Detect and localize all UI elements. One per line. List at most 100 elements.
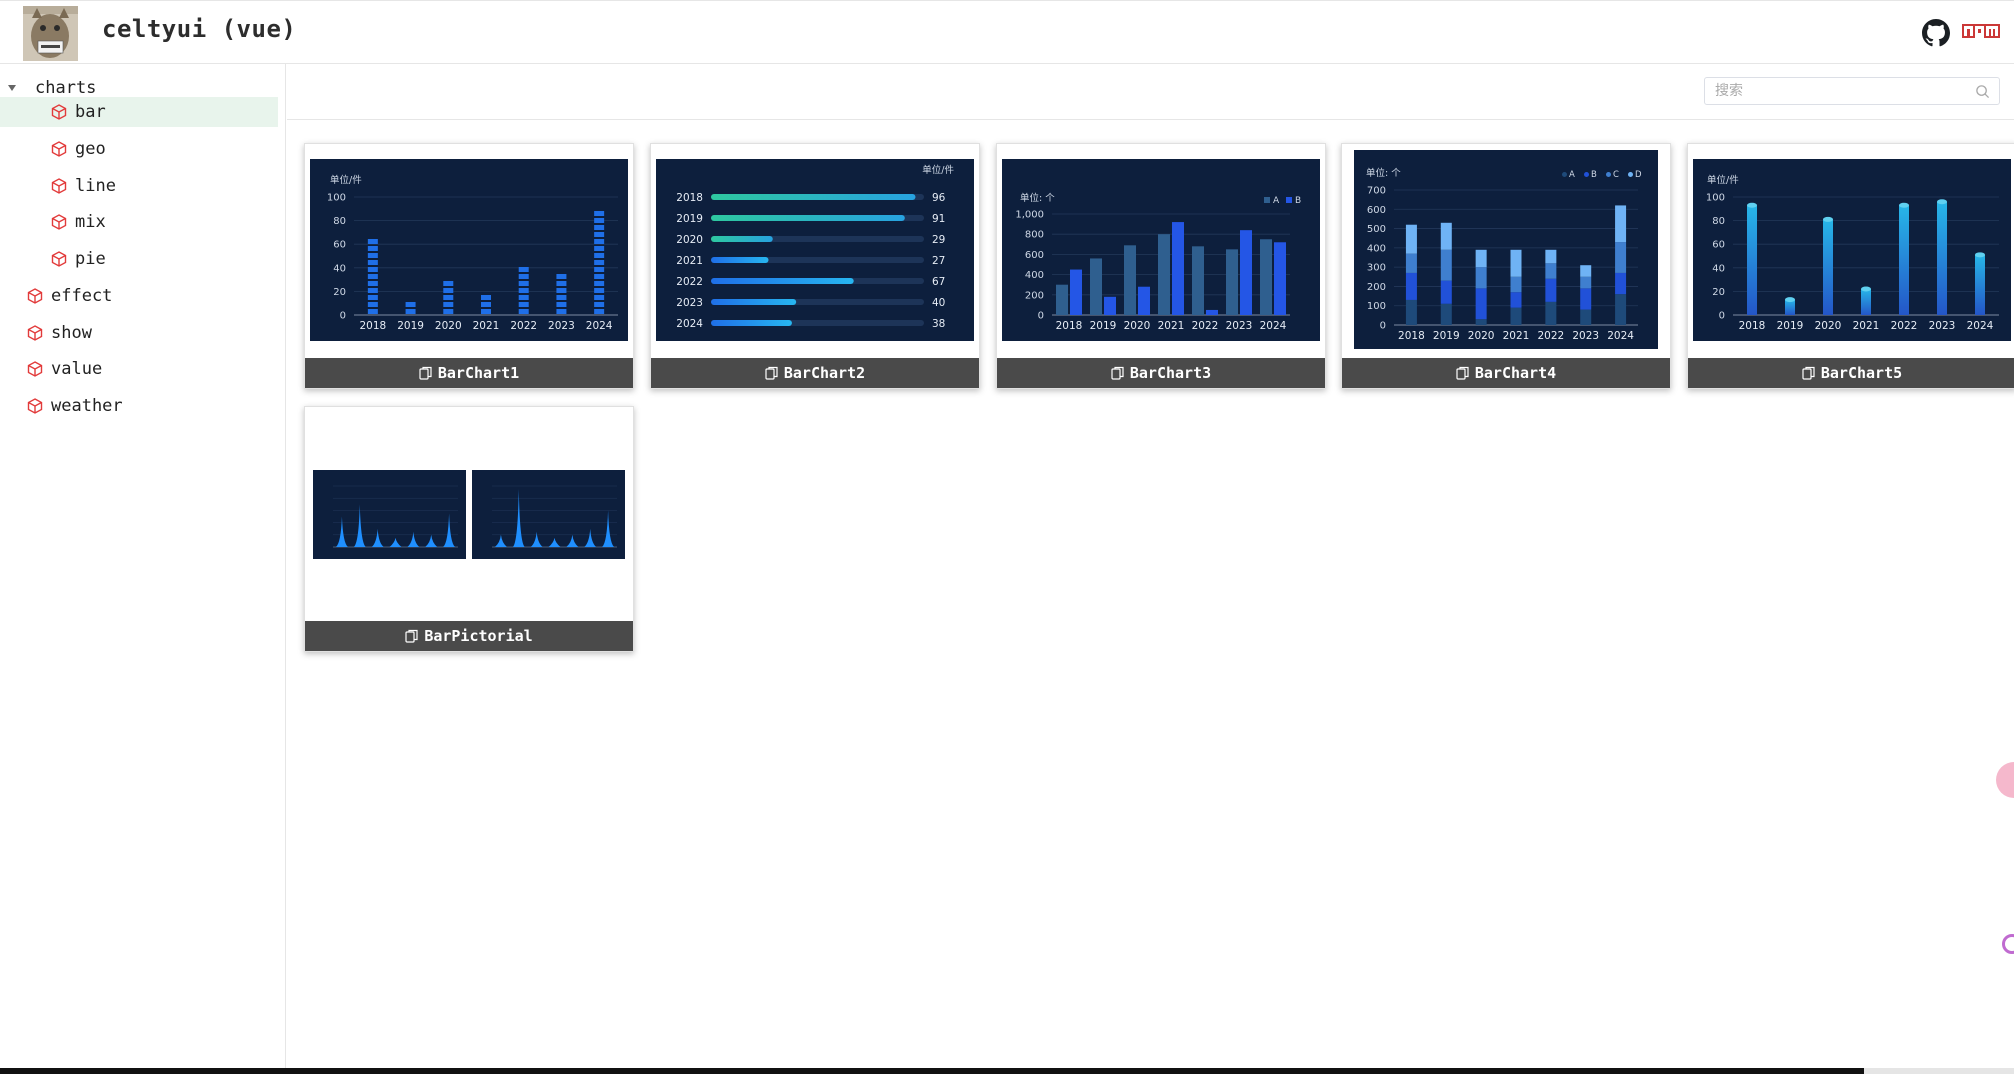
bar	[1747, 202, 1757, 315]
bar	[518, 267, 529, 314]
bar-segment	[1615, 242, 1627, 273]
bar-segment	[1615, 205, 1627, 243]
bar-segment	[1510, 249, 1522, 277]
y-tick-label: 2019	[676, 213, 703, 225]
sidebar-item-pie[interactable]: pie	[0, 244, 278, 274]
y-tick-label: 700	[1367, 186, 1386, 197]
sidebar-item-effect[interactable]: effect	[0, 281, 278, 311]
cube-icon	[51, 104, 67, 120]
x-tick-label: 2020	[1468, 330, 1495, 342]
sidebar-item-bar[interactable]: bar	[0, 97, 278, 127]
y-tick-label: 2018	[676, 192, 703, 204]
copy-icon[interactable]	[1456, 366, 1470, 380]
search-input[interactable]	[1715, 81, 1965, 101]
x-tick-label: 2018	[359, 320, 386, 332]
bar-segment	[1545, 263, 1557, 279]
card-caption[interactable]: BarChart2	[651, 358, 979, 388]
bar	[1240, 230, 1252, 315]
unit-label: 单位: 个	[1020, 192, 1055, 204]
card-caption[interactable]: BarPictorial	[305, 621, 633, 651]
sidebar-item-value[interactable]: value	[0, 354, 278, 384]
y-tick-label: 2024	[676, 318, 703, 330]
y-tick-label: 400	[1367, 243, 1386, 254]
copy-icon[interactable]	[765, 366, 779, 380]
bar-segment	[1475, 267, 1487, 289]
sidebar-item-geo[interactable]: geo	[0, 134, 278, 164]
chart-card[interactable]: 单位/件 2018 96 2019 91 2020 29 2021 27 2022 67 2023 40…	[650, 143, 980, 389]
y-tick-label: 20	[1712, 287, 1725, 298]
bar-segment	[1580, 265, 1592, 277]
y-tick-label: 60	[1712, 240, 1725, 251]
copy-icon[interactable]	[405, 629, 419, 643]
x-tick-label: 2018	[1056, 320, 1083, 332]
x-tick-label: 2020	[435, 320, 462, 332]
floating-helper-icon[interactable]	[1996, 762, 2014, 798]
x-tick-label: 2022	[1192, 320, 1219, 332]
y-tick-label: 400	[1025, 270, 1044, 281]
x-tick-label: 2020	[1124, 320, 1151, 332]
card-caption[interactable]: BarChart3	[997, 358, 1325, 388]
x-tick-label: 2019	[397, 320, 424, 332]
chart-card[interactable]: 单位/件 0 20 40 60 80 100 2018 2019 2020 2021 2022 2023…	[1687, 143, 2014, 389]
x-tick-label: 2023	[1929, 320, 1956, 332]
x-tick-label: 2021	[1853, 320, 1880, 332]
chart-card[interactable]: 单位: 个 A B C D 0 100 200 300 400 500 600 700 2018 2019 2…	[1341, 143, 1671, 389]
cube-icon	[27, 325, 43, 341]
value-label: 40	[932, 297, 945, 309]
bar	[1090, 258, 1102, 315]
value-label: 91	[932, 213, 945, 225]
search-icon[interactable]	[1975, 84, 1990, 99]
x-tick-label: 2023	[1572, 330, 1599, 342]
y-tick-label: 60	[333, 240, 346, 251]
chart-card[interactable]: 单位: 个 A B 0 200 400 600 800 1,000 2018 2019 2020 202…	[996, 143, 1326, 389]
bar	[1158, 234, 1170, 315]
y-tick-label: 2020	[676, 234, 703, 246]
chart-card[interactable]: 单位/件 0 20 40 60 80 100 2018 2019 2020 2021 2022 2023…	[304, 143, 634, 389]
copy-icon[interactable]	[419, 366, 433, 380]
app-title: celtyui (vue)	[102, 15, 297, 43]
card-caption[interactable]: BarChart4	[1342, 358, 1670, 388]
bar-segment	[1475, 319, 1487, 325]
chart-svg: 单位/件 0 20 40 60 80 100 2018 2019 2020 2021 2022 2023…	[327, 174, 618, 332]
chart-card[interactable]: BarPictorial	[304, 406, 634, 652]
sidebar-item-mix[interactable]: mix	[0, 207, 278, 237]
sidebar-item-label: line	[75, 176, 116, 196]
copy-icon[interactable]	[1111, 366, 1125, 380]
card-caption[interactable]: BarChart5	[1688, 358, 2014, 388]
avatar[interactable]	[23, 6, 78, 61]
y-tick-label: 40	[1712, 263, 1725, 274]
card-caption[interactable]: BarChart1	[305, 358, 633, 388]
bar	[1260, 239, 1272, 315]
taskbar	[0, 1068, 2014, 1074]
chart-svg: 单位/件 2018 96 2019 91 2020 29 2021 27 2022 67 2023 40…	[676, 164, 954, 330]
bar-segment	[1580, 276, 1592, 289]
card-title: BarChart1	[437, 364, 520, 382]
npm-icon[interactable]	[1962, 24, 2000, 40]
bar	[711, 236, 773, 242]
y-tick-label: 800	[1025, 230, 1044, 241]
bar	[1899, 202, 1909, 315]
x-tick-label: 2024	[1260, 320, 1287, 332]
y-tick-label: 20	[333, 287, 346, 298]
sidebar-item-weather[interactable]: weather	[0, 391, 278, 421]
bar	[1937, 199, 1947, 315]
copy-icon[interactable]	[1802, 366, 1816, 380]
bar-segment	[1510, 307, 1522, 325]
cube-icon	[51, 214, 67, 230]
chart-preview: 单位/件 0 20 40 60 80 100 2018 2019 2020 2021 2022 2023…	[310, 159, 628, 341]
bar	[711, 215, 905, 221]
github-icon[interactable]	[1922, 19, 1950, 47]
chart-preview: 单位: 个 A B 0 200 400 600 800 1,000 2018 2019 2020 202…	[1002, 159, 1320, 341]
bar	[481, 295, 491, 314]
y-tick-label: 200	[1367, 282, 1386, 293]
sidebar-item-show[interactable]: show	[0, 318, 278, 348]
x-tick-label: 2021	[1158, 320, 1185, 332]
bar	[1056, 284, 1068, 315]
sidebar-item-line[interactable]: line	[0, 171, 278, 201]
caret-down-icon[interactable]	[8, 85, 16, 91]
sidebar-item-label: mix	[75, 212, 106, 232]
search-box[interactable]	[1704, 77, 2000, 105]
x-tick-label: 2024	[1967, 320, 1994, 332]
cube-icon	[51, 251, 67, 267]
floating-plugin-icon[interactable]	[2002, 934, 2014, 954]
